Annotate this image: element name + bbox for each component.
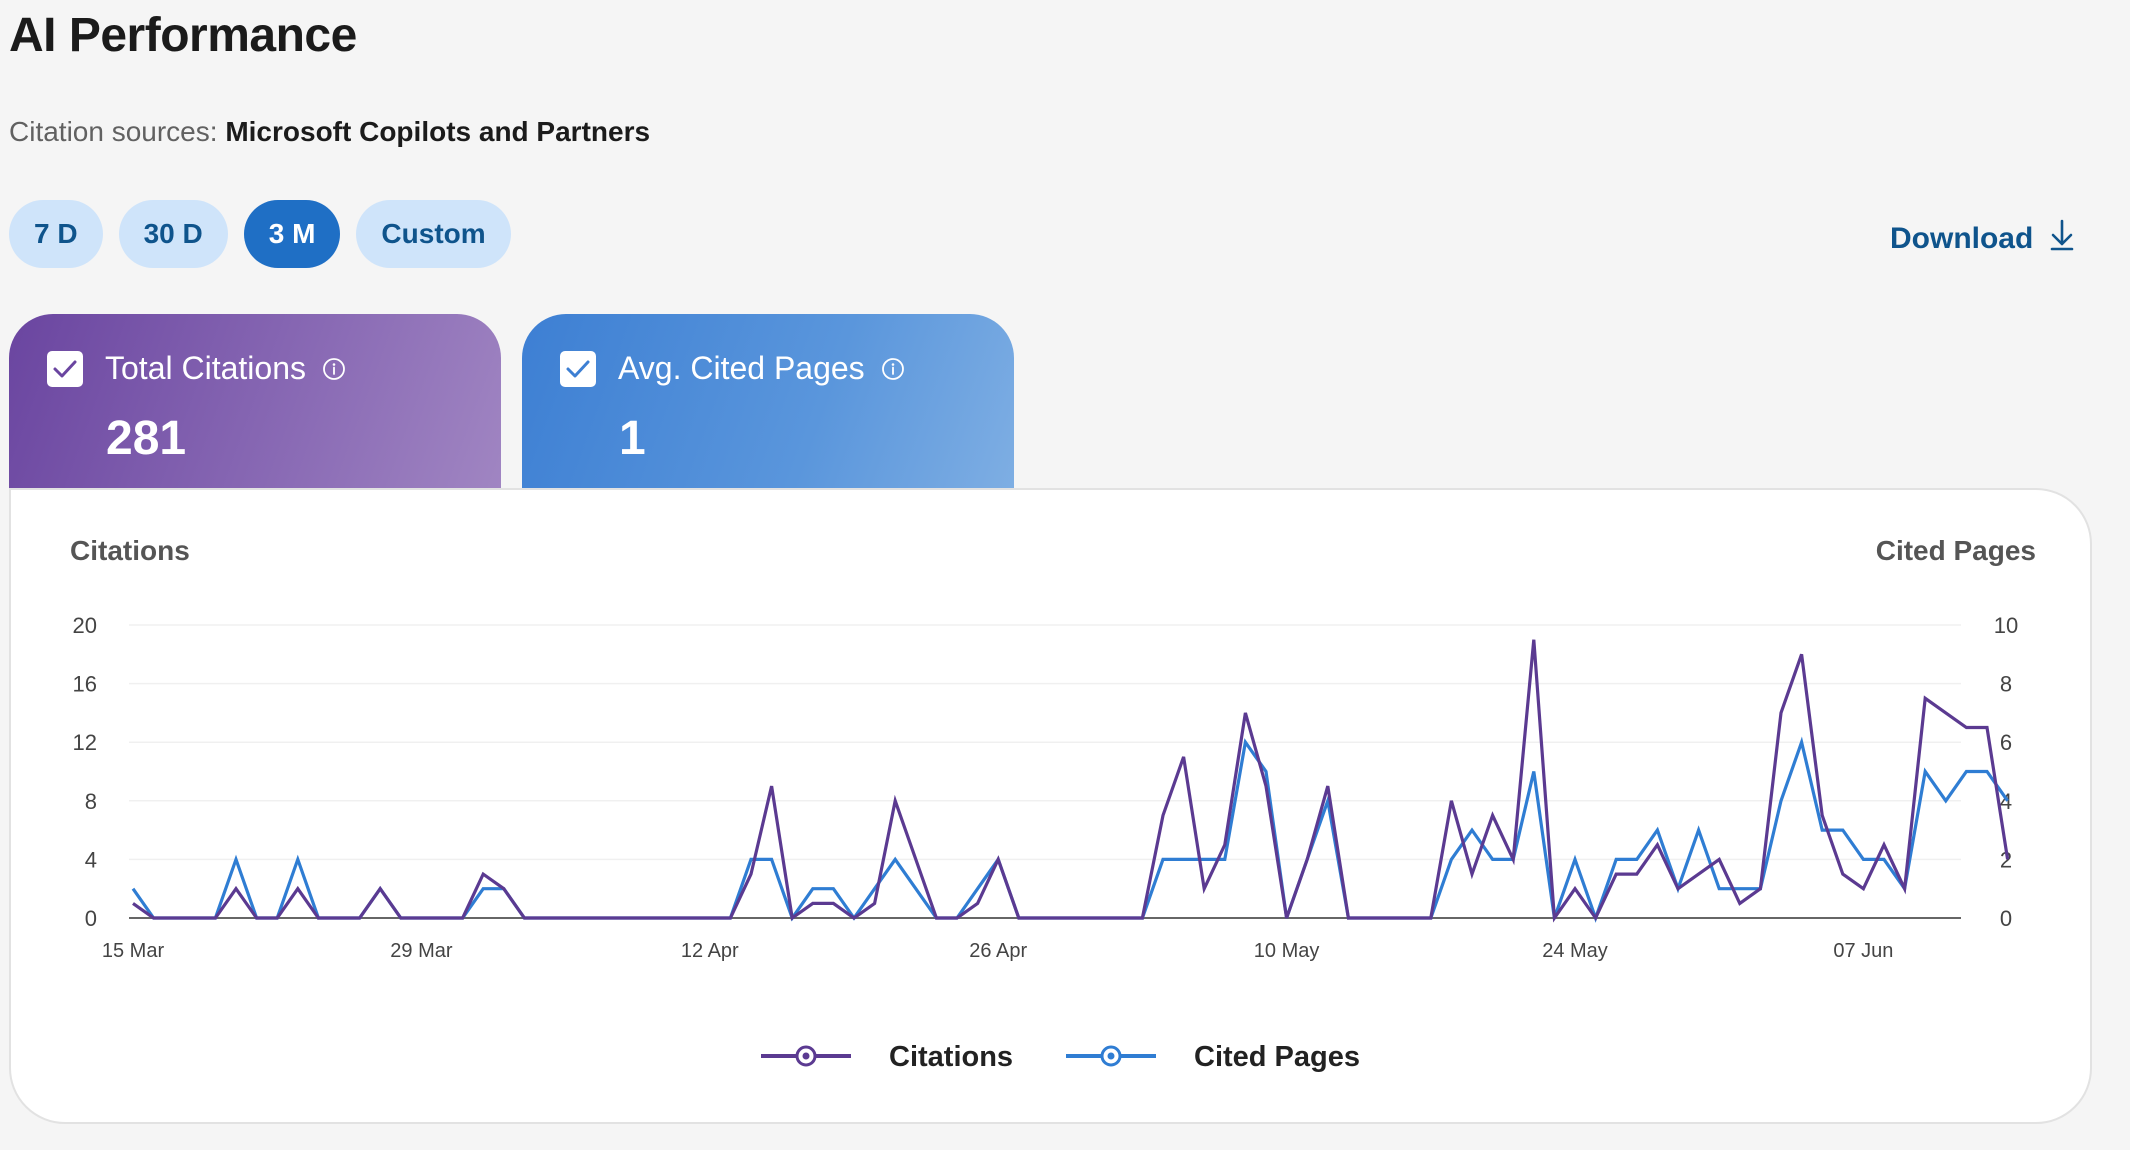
y-tick-label-left: 0	[85, 906, 97, 931]
y-tick-label-left: 16	[73, 672, 97, 697]
x-tick-label: 29 Mar	[390, 940, 453, 962]
x-tick-label: 26 Apr	[969, 940, 1027, 962]
legend-marker-dot-citations	[802, 1052, 810, 1060]
info-icon[interactable]	[322, 357, 346, 381]
series-line-cited-pages	[131, 736, 2009, 923]
y-tick-label-left: 4	[85, 847, 97, 872]
legend-marker-dot-cited-pages	[1107, 1052, 1115, 1060]
x-tick-label: 10 May	[1254, 940, 1320, 962]
y-tick-label-left: 8	[85, 789, 97, 814]
y-tick-label-right: 10	[1994, 613, 2018, 638]
total-citations-card[interactable]: Total Citations 281	[9, 314, 501, 488]
range-custom-button[interactable]: Custom	[356, 200, 511, 268]
download-button[interactable]: Download	[1890, 218, 2075, 260]
y-tick-label-right: 0	[2000, 906, 2012, 931]
legend-label-citations[interactable]: Citations	[889, 1041, 1013, 1073]
y-tick-label-left: 12	[73, 730, 97, 755]
range-3m-button[interactable]: 3 M	[243, 200, 341, 268]
page-title: AI Performance	[9, 9, 357, 62]
download-arrow-icon	[2049, 218, 2075, 260]
y-tick-label-left: 20	[73, 613, 97, 638]
avg-cited-pages-value: 1	[619, 412, 646, 465]
avg-cited-pages-card[interactable]: Avg. Cited Pages 1	[522, 314, 1014, 488]
download-label: Download	[1890, 222, 2034, 255]
range-7d-button[interactable]: 7 D	[9, 200, 103, 268]
citation-sources: Citation sources: Microsoft Copilots and…	[9, 112, 650, 152]
range-30d-button[interactable]: 30 D	[118, 200, 228, 268]
y-axis-title-right: Cited Pages	[1876, 535, 2036, 566]
x-tick-label: 12 Apr	[681, 940, 739, 962]
date-range-selector: 7 D 30 D 3 M Custom	[9, 200, 511, 268]
x-tick-label: 07 Jun	[1833, 940, 1893, 962]
total-citations-title: Total Citations	[105, 350, 306, 386]
info-icon[interactable]	[881, 357, 905, 381]
y-tick-label-right: 8	[2000, 672, 2012, 697]
citation-sources-value: Microsoft Copilots and Partners	[225, 116, 651, 147]
citation-sources-label: Citation sources:	[9, 116, 218, 147]
chart-panel: Citations Cited Pages 0 4 8 12 16 20 0 2 4 6 8 10 15 M…	[9, 488, 2092, 1124]
total-citations-value: 281	[106, 412, 187, 465]
x-tick-label: 15 Mar	[102, 940, 165, 962]
y-tick-label-right: 6	[2000, 730, 2012, 755]
avg-cited-pages-title: Avg. Cited Pages	[618, 350, 865, 386]
line-chart: Citations Cited Pages048121620024681015 M…	[70, 535, 2036, 1073]
total-citations-checkbox[interactable]	[47, 350, 83, 387]
avg-cited-pages-checkbox[interactable]	[560, 350, 596, 387]
x-tick-label: 24 May	[1542, 940, 1608, 962]
y-axis-title-left: Citations	[70, 535, 190, 566]
series-line-citations	[132, 639, 2010, 923]
legend-label-cited-pages[interactable]: Cited Pages	[1194, 1041, 1360, 1073]
